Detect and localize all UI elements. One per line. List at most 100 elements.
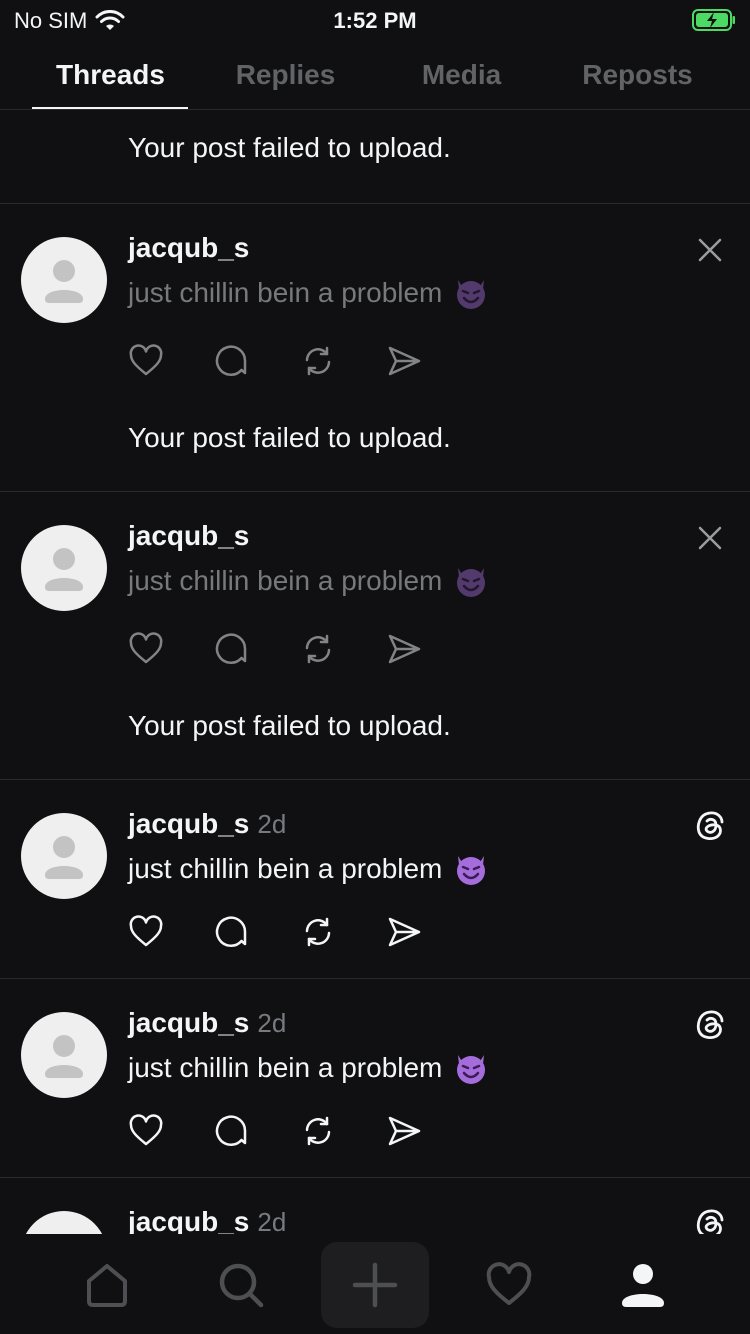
post-time: 2d — [257, 1207, 287, 1234]
share-button[interactable] — [386, 343, 422, 379]
nav-home[interactable] — [53, 1242, 161, 1328]
send-icon — [388, 346, 421, 376]
share-button[interactable] — [386, 914, 422, 950]
like-button[interactable] — [128, 1113, 164, 1149]
post-actions — [128, 1113, 422, 1149]
close-icon[interactable] — [694, 522, 726, 554]
plus-icon — [352, 1262, 398, 1308]
post-actions — [128, 343, 422, 379]
post-actions — [128, 914, 422, 950]
avatar[interactable] — [21, 1012, 107, 1098]
smiling-devil-emoji-icon — [457, 280, 486, 309]
tab-replies[interactable]: Replies — [192, 40, 379, 110]
nav-create[interactable] — [321, 1242, 429, 1328]
smiling-devil-emoji-icon — [457, 568, 486, 597]
thread-post[interactable]: jacqub_s 2d — [0, 1178, 750, 1234]
heart-icon — [129, 344, 163, 376]
send-icon — [388, 917, 421, 947]
upload-failed-message: Your post failed to upload. — [128, 422, 451, 453]
caption-text: just chillin bein a problem — [128, 565, 443, 596]
tab-media[interactable]: Media — [368, 40, 555, 110]
comment-icon — [215, 1115, 247, 1146]
like-button[interactable] — [128, 914, 164, 950]
share-button[interactable] — [386, 1113, 422, 1149]
post-username[interactable]: jacqub_s 2d — [128, 1007, 286, 1039]
reply-button[interactable] — [214, 343, 250, 379]
avatar[interactable] — [21, 813, 107, 899]
reply-button[interactable] — [214, 631, 250, 667]
repost-icon — [305, 1116, 331, 1146]
repost-button[interactable] — [300, 343, 336, 379]
post-username[interactable]: jacqub_s — [128, 520, 249, 552]
battery-charging-icon — [692, 9, 735, 31]
comment-icon — [215, 916, 247, 947]
reply-button[interactable] — [214, 914, 250, 950]
caption-text: just chillin bein a problem — [128, 1052, 443, 1083]
repost-icon — [305, 346, 331, 376]
active-tab-indicator — [32, 107, 188, 109]
post-actions — [128, 631, 422, 667]
default-avatar-icon — [21, 1211, 107, 1234]
threads-logo-icon[interactable] — [694, 1208, 726, 1234]
threads-logo-icon[interactable] — [694, 1009, 726, 1041]
post-caption: just chillin bein a problem — [128, 562, 490, 600]
failed-post: jacqub_s just chillin bein a problem You… — [0, 492, 750, 780]
default-avatar-icon — [45, 1035, 83, 1078]
heart-icon — [129, 915, 163, 947]
reply-button[interactable] — [214, 1113, 250, 1149]
post-caption: just chillin bein a problem — [128, 1049, 490, 1087]
upload-failed-message: Your post failed to upload. — [128, 132, 451, 163]
close-icon[interactable] — [694, 234, 726, 266]
thread-post[interactable]: jacqub_s 2d just chillin bein a problem — [0, 780, 750, 979]
smiling-devil-emoji-icon — [457, 856, 486, 885]
smiling-devil-emoji-icon — [457, 1055, 486, 1084]
username-text: jacqub_s — [128, 1206, 250, 1234]
tab-threads[interactable]: Threads — [17, 40, 204, 110]
post-username[interactable]: jacqub_s 2d — [128, 1206, 286, 1234]
post-caption: just chillin bein a problem — [128, 274, 490, 312]
thread-post[interactable]: jacqub_s 2d just chillin bein a problem — [0, 979, 750, 1178]
post-username[interactable]: jacqub_s 2d — [128, 808, 286, 840]
avatar[interactable] — [21, 237, 107, 323]
post-time: 2d — [257, 809, 287, 839]
repost-icon — [305, 634, 331, 664]
post-username[interactable]: jacqub_s — [128, 232, 249, 264]
status-time: 1:52 PM — [333, 8, 417, 33]
comment-icon — [215, 633, 247, 664]
avatar[interactable] — [21, 1211, 107, 1234]
nav-activity[interactable] — [455, 1242, 563, 1328]
repost-button[interactable] — [300, 1113, 336, 1149]
heart-icon — [129, 632, 163, 664]
username-text: jacqub_s — [128, 1007, 250, 1038]
default-avatar-icon — [45, 548, 83, 591]
default-avatar-icon — [45, 260, 83, 303]
repost-button[interactable] — [300, 631, 336, 667]
avatar[interactable] — [21, 525, 107, 611]
profile-icon — [622, 1264, 664, 1307]
repost-icon — [305, 917, 331, 947]
heart-icon — [486, 1262, 532, 1305]
status-bar: No SIM 1:52 PM — [0, 0, 750, 40]
post-caption: just chillin bein a problem — [128, 850, 490, 888]
home-icon — [87, 1264, 127, 1307]
heart-icon — [129, 1114, 163, 1146]
comment-icon — [215, 345, 247, 376]
send-icon — [388, 634, 421, 664]
tab-reposts[interactable]: Reposts — [544, 40, 731, 110]
caption-text: just chillin bein a problem — [128, 853, 443, 884]
like-button[interactable] — [128, 343, 164, 379]
like-button[interactable] — [128, 631, 164, 667]
nav-search[interactable] — [187, 1242, 295, 1328]
thread-feed[interactable]: Your post failed to upload. jacqub_s jus… — [0, 110, 750, 1234]
profile-tabs: Threads Replies Media Reposts — [0, 40, 750, 110]
search-icon — [219, 1263, 264, 1308]
nav-profile[interactable] — [589, 1242, 697, 1328]
default-avatar-icon — [45, 836, 83, 879]
failed-post-partial: Your post failed to upload. — [0, 110, 750, 204]
send-icon — [388, 1116, 421, 1146]
threads-logo-icon[interactable] — [694, 810, 726, 842]
share-button[interactable] — [386, 631, 422, 667]
caption-text: just chillin bein a problem — [128, 277, 443, 308]
repost-button[interactable] — [300, 914, 336, 950]
bottom-navigation — [0, 1234, 750, 1334]
